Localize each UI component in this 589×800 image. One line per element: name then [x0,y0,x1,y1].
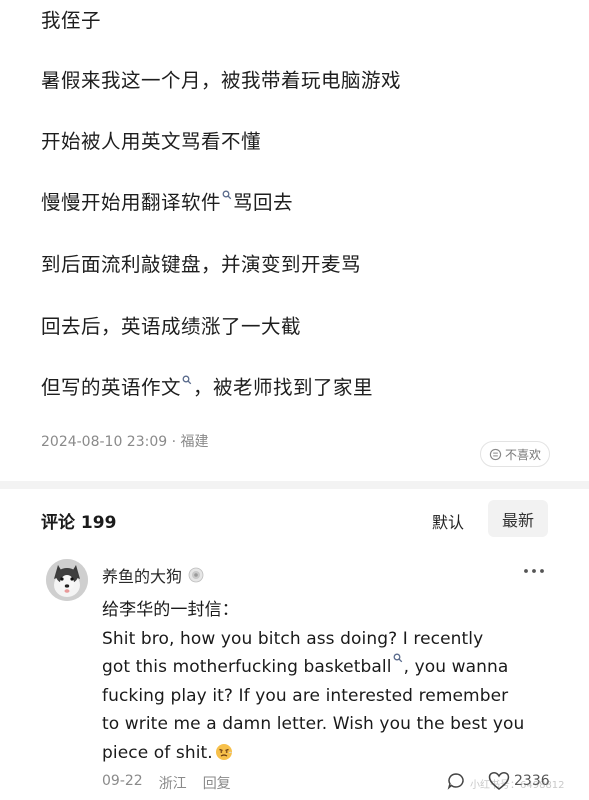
comment-line: fucking play it? If you are interested r… [102,685,509,706]
comment-line: 给李华的一封信： [102,600,239,620]
section-divider [0,481,589,489]
post-line-text: ，被老师找到了家里 [193,376,374,399]
angry-face-emoji [215,743,232,760]
post-line: 暑假来我这一个月，被我带着玩电脑游戏 [41,69,402,92]
comment-line-text: got this motherfucking basketball [102,657,392,677]
more-icon[interactable] [522,564,546,578]
comment-line: got this motherfucking basketball , you w… [102,653,552,682]
search-superscript-icon[interactable] [182,375,192,385]
sort-default-button[interactable]: 默认 [432,509,464,533]
post-line: 回去后，英语成绩涨了一大截 [41,315,302,338]
comment-line-text: , you wanna [403,657,509,677]
post-line-text: 但写的英语作文 [41,376,182,399]
dislike-button[interactable]: 不喜欢 [480,441,550,467]
comment-location: 浙江 [158,776,187,792]
post-body: 我侄子 暑假来我这一个月，被我带着玩电脑游戏 开始被人用英文骂看不懂 慢慢开始用… [0,0,589,480]
username-text: 养鱼的大狗 [102,567,183,586]
comment-line-text: piece of shit. [102,742,213,763]
post-meta: 2024-08-10 23:09 · 福建 [41,434,209,450]
post-line-text: 慢慢开始用翻译软件 [41,191,222,214]
comment-date: 09-22 [102,773,143,789]
post-line-text: 骂回去 [233,191,294,214]
comments-header: 评论 199 默认 最新 [0,500,589,540]
post-line: 到后面流利敲键盘，并演变到开麦骂 [41,253,362,276]
search-superscript-icon[interactable] [222,190,232,200]
like-count: 2336 [514,773,550,789]
avatar[interactable] [46,559,88,601]
comment-line: to write me a damn letter. Wish you the … [102,714,525,734]
comment-username[interactable]: 养鱼的大狗 [102,563,204,587]
post-line: 但写的英语作文 ，被老师找到了家里 [41,371,373,400]
sort-latest-button[interactable]: 最新 [488,500,548,537]
reply-icon[interactable] [446,771,466,791]
post-line: 开始被人用英文骂看不懂 [41,130,262,153]
post-line: 我侄子 [41,9,102,32]
comment-text: 给李华的一封信： Shit bro, how you bitch ass doi… [102,596,552,767]
badge-icon [188,567,204,583]
reply-button[interactable]: 回复 [203,773,231,793]
comment-meta: 09-22 浙江 回复 [102,773,231,793]
dislike-label: 不喜欢 [504,447,541,462]
comment-item: 养鱼的大狗 给李华的一封信： Shit bro, how you bitch a… [0,550,589,800]
search-superscript-icon[interactable] [393,653,403,663]
post-line: 慢慢开始用翻译软件 骂回去 [41,186,293,215]
dislike-icon [489,448,502,460]
comment-line: Shit bro, how you bitch ass doing? I rec… [102,628,484,649]
comments-title: 评论 199 [41,513,117,533]
avatar-husky [46,559,88,601]
comment-line: piece of shit. [102,739,552,768]
heart-icon[interactable] [488,771,510,791]
